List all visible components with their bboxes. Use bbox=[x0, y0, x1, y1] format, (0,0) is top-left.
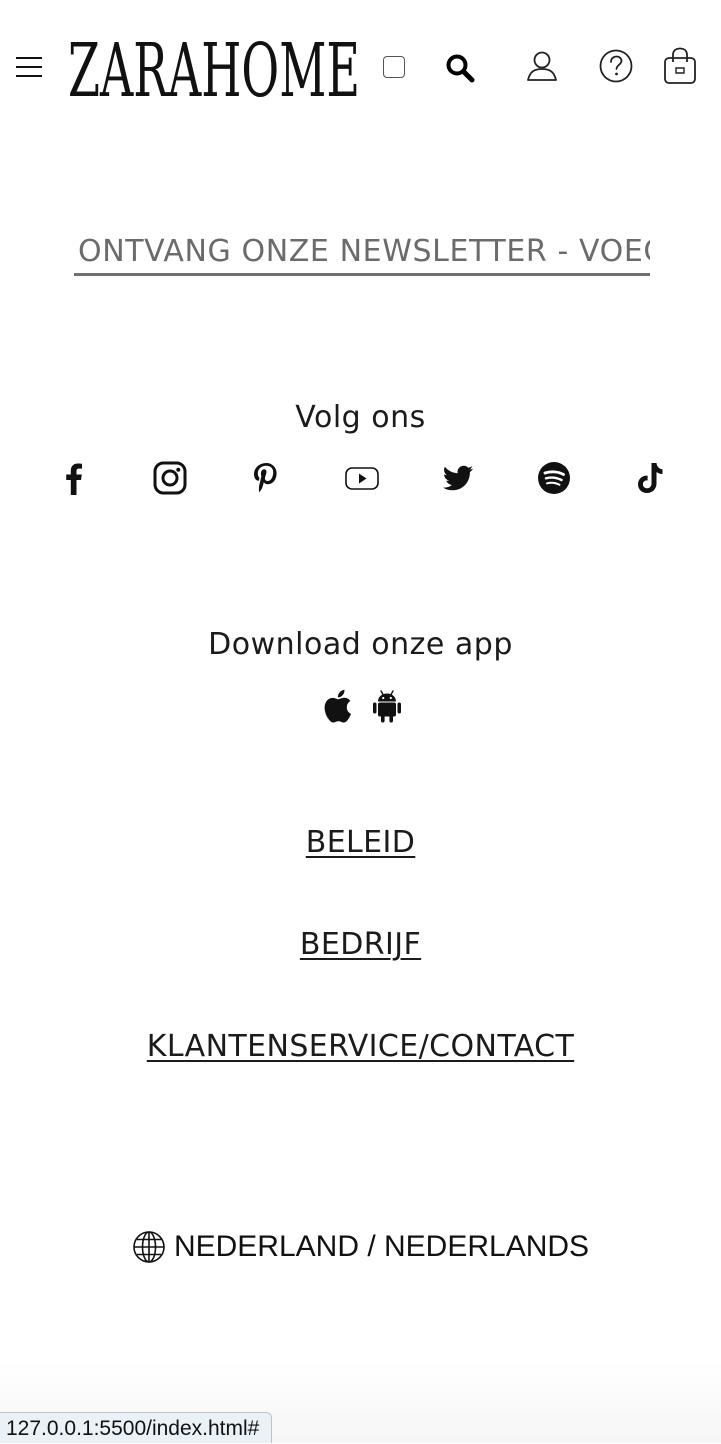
android-icon[interactable] bbox=[370, 688, 404, 724]
locale-selector[interactable]: NEDERLAND / NEDERLANDS bbox=[0, 1230, 721, 1268]
pinterest-icon[interactable] bbox=[248, 460, 284, 496]
newsletter-signup-link[interactable]: ONTVANG ONZE NEWSLETTER - VOEG JE EMAIL … bbox=[74, 228, 650, 276]
search-icon[interactable] bbox=[444, 52, 476, 84]
apple-icon[interactable] bbox=[322, 688, 356, 724]
beleid-link[interactable]: BELEID bbox=[306, 825, 416, 860]
shopping-bag-icon[interactable] bbox=[662, 46, 698, 86]
locale-label: NEDERLAND / NEDERLANDS bbox=[173, 1230, 590, 1263]
footer-link-bedrijf: BEDRIJF bbox=[0, 927, 721, 962]
footer-link-klantenservice: KLANTENSERVICE/CONTACT bbox=[0, 1029, 721, 1064]
zara-home-logo[interactable]: ZARAHOME bbox=[66, 38, 362, 102]
twitter-icon[interactable] bbox=[440, 460, 476, 496]
bedrijf-link[interactable]: BEDRIJF bbox=[300, 927, 421, 962]
hamburger-menu-icon[interactable] bbox=[16, 52, 42, 80]
site-header: ZARAHOME bbox=[0, 0, 721, 135]
follow-us-title: Volg ons bbox=[295, 400, 426, 435]
globe-icon bbox=[132, 1230, 166, 1264]
footer-link-beleid: BELEID bbox=[0, 825, 721, 860]
tiktok-icon[interactable] bbox=[632, 460, 668, 496]
download-app-title: Download onze app bbox=[208, 627, 513, 662]
instagram-icon[interactable] bbox=[152, 460, 188, 496]
spotify-icon[interactable] bbox=[536, 460, 572, 496]
social-links bbox=[0, 460, 721, 500]
facebook-icon[interactable] bbox=[56, 460, 92, 496]
browser-status-url: 127.0.0.1:5500/index.html# bbox=[0, 1412, 273, 1443]
klantenservice-contact-link[interactable]: KLANTENSERVICE/CONTACT bbox=[147, 1029, 574, 1064]
youtube-icon[interactable] bbox=[344, 460, 380, 496]
logo-text: ZARAHOME bbox=[68, 38, 360, 102]
toggle-checkbox[interactable] bbox=[383, 56, 405, 78]
question-circle-icon[interactable] bbox=[598, 48, 634, 84]
newsletter-label: ONTVANG ONZE NEWSLETTER - VOEG JE EMAIL … bbox=[78, 234, 650, 269]
user-icon[interactable] bbox=[526, 50, 558, 82]
